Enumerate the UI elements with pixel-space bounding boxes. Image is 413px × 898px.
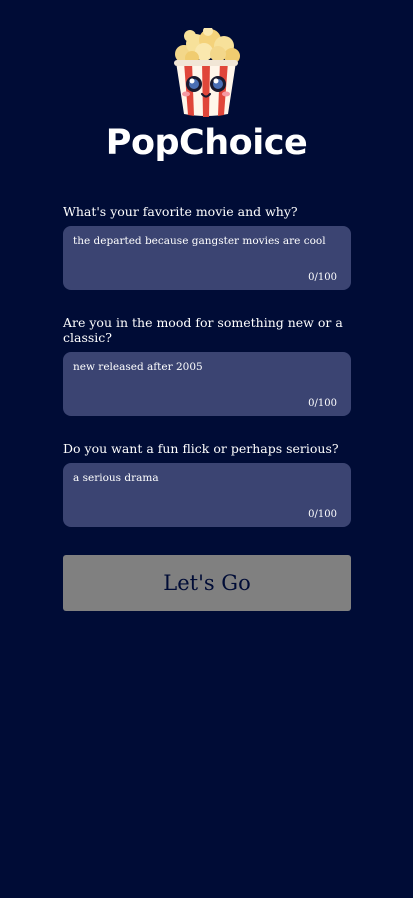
lets-go-button[interactable]: Let's Go — [63, 555, 351, 611]
answer-text: a serious drama — [73, 472, 159, 484]
popcorn-bucket-icon — [174, 28, 240, 117]
question-label: Do you want a fun flick or perhaps serio… — [63, 441, 339, 456]
question-favorite-movie: What's your favorite movie and why? the … — [63, 204, 351, 290]
new-or-classic-textarea[interactable]: new released after 2005 0/100 — [63, 352, 351, 416]
question-label: Are you in the mood for something new or… — [63, 315, 343, 345]
answer-text: new released after 2005 — [73, 361, 203, 373]
character-counter: 0/100 — [308, 272, 337, 283]
question-new-or-classic: Are you in the mood for something new or… — [63, 315, 351, 416]
fun-or-serious-textarea[interactable]: a serious drama 0/100 — [63, 463, 351, 527]
app-title: PopChoice — [105, 123, 308, 163]
character-counter: 0/100 — [308, 509, 337, 520]
favorite-movie-textarea[interactable]: the departed because gangster movies are… — [63, 226, 351, 290]
question-label: What's your favorite movie and why? — [63, 204, 298, 219]
character-counter: 0/100 — [308, 398, 337, 409]
answer-text: the departed because gangster movies are… — [73, 235, 326, 247]
question-fun-or-serious: Do you want a fun flick or perhaps serio… — [63, 441, 351, 527]
app-page: PopChoice What's your favorite movie and… — [0, 0, 413, 898]
